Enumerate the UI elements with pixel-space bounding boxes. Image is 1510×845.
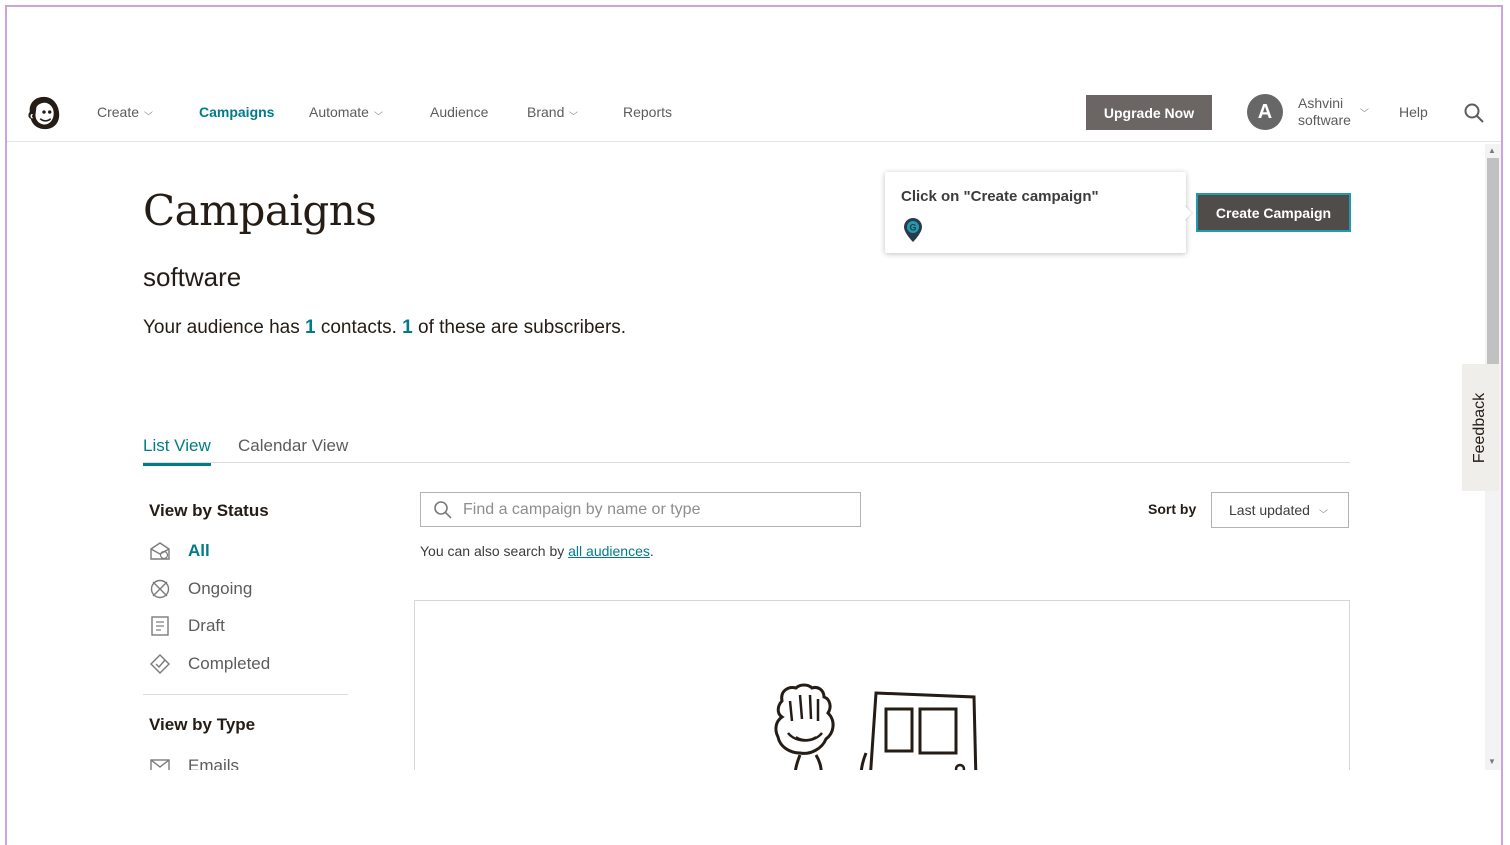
- feedback-tab[interactable]: Feedback: [1462, 364, 1499, 491]
- nav-brand-label: Brand: [527, 104, 565, 120]
- svg-text:G: G: [909, 223, 916, 233]
- campaign-search-input[interactable]: [463, 500, 843, 519]
- filter-completed-label: Completed: [188, 654, 271, 673]
- audience-summary: Your audience has 1 contacts. 1 of these…: [143, 317, 626, 339]
- chevron-down-icon[interactable]: ⌵: [1360, 104, 1369, 115]
- search-hint-prefix: You can also search by: [420, 543, 569, 559]
- search-hint-suffix: .: [649, 543, 654, 559]
- guide-tooltip: Click on "Create campaign" G: [885, 172, 1186, 253]
- account-org: software: [1298, 112, 1351, 128]
- nav-automate[interactable]: Automate ⌵: [309, 104, 383, 120]
- sort-label: Sort by: [1148, 501, 1197, 517]
- filter-ongoing-label: Ongoing: [188, 579, 253, 598]
- contacts-count[interactable]: 1: [305, 317, 316, 338]
- tab-list-view[interactable]: List View: [143, 436, 211, 466]
- top-navigation: Create ⌵ Campaigns Automate ⌵ Audience B…: [7, 84, 1501, 142]
- audience-mid: contacts.: [315, 317, 403, 338]
- filter-draft-label: Draft: [188, 616, 225, 635]
- guide-pin-icon: G: [904, 218, 922, 242]
- filter-all[interactable]: All: [148, 539, 210, 563]
- tooltip-arrow: [1184, 205, 1192, 221]
- campaign-list-card: [414, 600, 1350, 780]
- feedback-label: Feedback: [1471, 392, 1489, 463]
- filter-draft[interactable]: Draft: [148, 614, 225, 638]
- search-icon: [434, 500, 452, 519]
- page-subtitle: software: [143, 262, 242, 292]
- help-link[interactable]: Help: [1399, 104, 1428, 120]
- audience-suffix: of these are subscribers.: [412, 317, 627, 338]
- nav-reports[interactable]: Reports: [623, 104, 672, 120]
- account-name: Ashvini: [1298, 95, 1344, 111]
- empty-state-illustration-icon: [774, 683, 978, 780]
- type-filter-heading: View by Type: [149, 715, 256, 734]
- chevron-down-icon: ⌵: [373, 106, 383, 117]
- nav-create[interactable]: Create ⌵: [97, 104, 153, 120]
- ongoing-icon: [150, 579, 170, 599]
- upgrade-now-button[interactable]: Upgrade Now: [1086, 95, 1212, 130]
- nav-automate-label: Automate: [309, 104, 369, 120]
- nav-brand[interactable]: Brand ⌵: [527, 104, 579, 120]
- bottom-blank-area: [7, 770, 1501, 845]
- chevron-down-icon: ⌵: [1318, 504, 1328, 515]
- campaign-search-box[interactable]: [420, 492, 861, 527]
- status-filter-heading: View by Status: [149, 501, 269, 520]
- filter-all-label: All: [188, 541, 210, 560]
- draft-icon: [151, 616, 169, 636]
- scrollbar-thumb[interactable]: [1487, 158, 1499, 368]
- mailchimp-logo-icon[interactable]: [25, 94, 63, 132]
- sort-select[interactable]: Last updated ⌵: [1211, 492, 1349, 528]
- page-title: Campaigns: [143, 186, 377, 235]
- all-campaigns-icon: [150, 542, 170, 560]
- nav-reports-label: Reports: [623, 104, 673, 120]
- create-campaign-button[interactable]: Create Campaign: [1196, 193, 1351, 232]
- search-icon[interactable]: [1463, 102, 1485, 124]
- view-tabs: List View Calendar View: [143, 433, 1350, 466]
- search-hint: You can also search by all audiences.: [420, 543, 654, 559]
- tab-calendar-view[interactable]: Calendar View: [238, 436, 348, 463]
- subscribers-count[interactable]: 1: [402, 317, 413, 338]
- chevron-down-icon: ⌵: [144, 106, 153, 117]
- filter-divider: [143, 694, 348, 695]
- tooltip-text: Click on "Create campaign": [901, 188, 1099, 205]
- nav-campaigns-label: Campaigns: [199, 104, 275, 120]
- scroll-up-arrow-icon[interactable]: ▲: [1488, 146, 1496, 155]
- chevron-down-icon: ⌵: [569, 106, 579, 117]
- all-audiences-link[interactable]: all audiences: [568, 543, 650, 559]
- nav-audience[interactable]: Audience: [430, 104, 488, 120]
- completed-icon: [150, 654, 170, 674]
- nav-campaigns[interactable]: Campaigns: [199, 104, 274, 120]
- filter-completed[interactable]: Completed: [148, 652, 270, 676]
- scroll-down-arrow-icon[interactable]: ▼: [1488, 757, 1496, 766]
- sort-selected-value: Last updated: [1229, 502, 1310, 518]
- audience-prefix: Your audience has: [143, 317, 305, 338]
- filter-ongoing[interactable]: Ongoing: [148, 577, 252, 601]
- nav-audience-label: Audience: [430, 104, 489, 120]
- avatar[interactable]: A: [1247, 94, 1283, 130]
- account-menu[interactable]: Ashvini software: [1298, 95, 1351, 129]
- nav-create-label: Create: [97, 104, 140, 120]
